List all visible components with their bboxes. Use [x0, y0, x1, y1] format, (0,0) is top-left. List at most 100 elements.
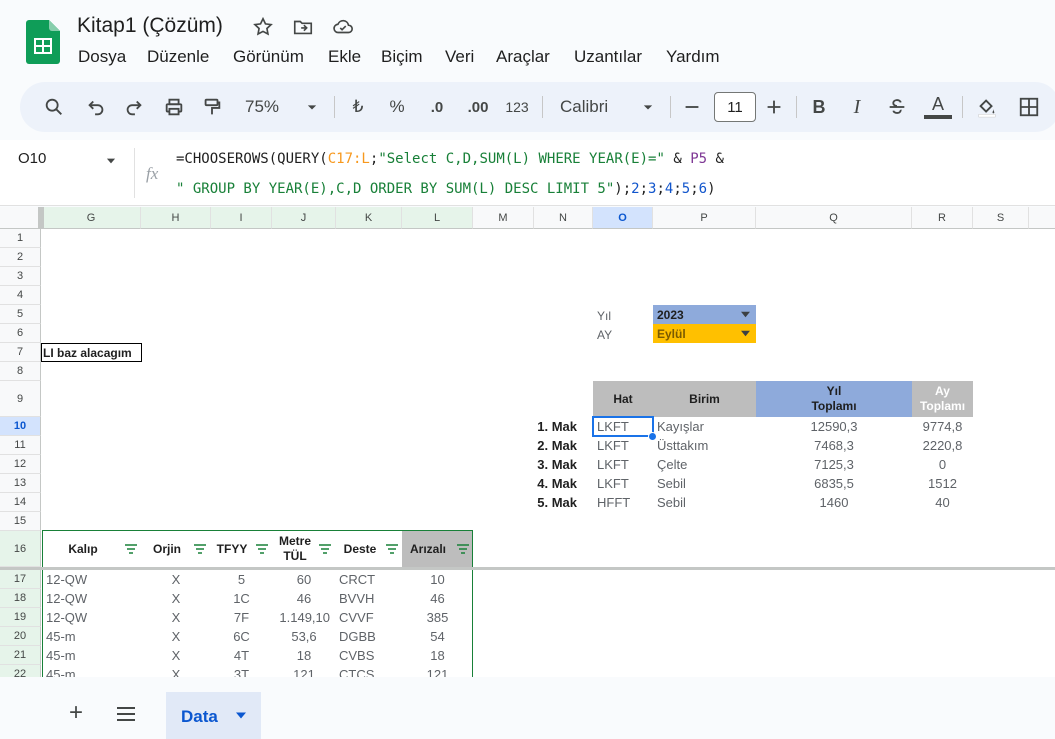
- column-header-j[interactable]: J: [272, 207, 336, 229]
- minus-icon[interactable]: [680, 92, 704, 122]
- row-header-12[interactable]: 12: [0, 455, 41, 474]
- borders-icon[interactable]: [1016, 92, 1042, 122]
- table-cell-metre[interactable]: 53,6: [272, 627, 336, 646]
- bold-button[interactable]: B: [806, 92, 832, 122]
- summary-hat[interactable]: HFFT: [597, 493, 630, 512]
- name-box[interactable]: O10: [18, 150, 46, 167]
- column-header-o[interactable]: O: [593, 207, 653, 229]
- all-sheets-menu-icon[interactable]: [115, 705, 137, 723]
- table-cell-metre[interactable]: 18: [272, 646, 336, 665]
- table-header-metre-tul[interactable]: Metre TÜL: [272, 531, 318, 567]
- filter-icon[interactable]: [319, 544, 331, 554]
- summary-year-total[interactable]: 7468,3: [756, 436, 912, 455]
- summary-month-total[interactable]: 40: [912, 493, 973, 512]
- table-cell-deste[interactable]: CVBS: [339, 646, 374, 665]
- frozen-columns-divider[interactable]: [41, 207, 44, 229]
- column-header-t[interactable]: [1029, 207, 1055, 229]
- table-header-orjin[interactable]: Orjin: [141, 531, 193, 567]
- italic-button[interactable]: I: [844, 92, 870, 122]
- table-header-arizali[interactable]: Arızalı: [402, 531, 454, 567]
- chevron-down-icon[interactable]: [104, 154, 118, 168]
- summary-hat[interactable]: LKFT: [597, 436, 629, 455]
- row-header-14[interactable]: 14: [0, 493, 41, 512]
- summary-birim[interactable]: Çelte: [657, 455, 687, 474]
- table-cell-arizali[interactable]: 385: [402, 608, 473, 627]
- decrease-decimal-button[interactable]: .0: [422, 92, 452, 122]
- table-cell-arizali[interactable]: 46: [402, 589, 473, 608]
- table-cell-orjin[interactable]: X: [141, 589, 211, 608]
- summary-month-total[interactable]: 9774,8: [912, 417, 973, 436]
- column-header-l[interactable]: L: [402, 207, 473, 229]
- row-header-1[interactable]: 1: [0, 229, 41, 248]
- menu-gorunum[interactable]: Görünüm: [233, 47, 304, 67]
- table-cell-kalip[interactable]: 45-m: [46, 665, 76, 677]
- currency-format-button[interactable]: ₺: [346, 92, 370, 122]
- column-header-i[interactable]: I: [211, 207, 272, 229]
- column-header-q[interactable]: Q: [756, 207, 912, 229]
- percent-format-button[interactable]: %: [384, 92, 410, 122]
- table-cell-kalip[interactable]: 12-QW: [46, 570, 87, 589]
- row-header-19[interactable]: 19: [0, 608, 41, 627]
- table-cell-tfyy[interactable]: 4T: [211, 646, 272, 665]
- select-all-corner[interactable]: [0, 207, 42, 229]
- table-cell-tfyy[interactable]: 5: [211, 570, 272, 589]
- paint-format-icon[interactable]: [198, 92, 226, 122]
- row-header-6[interactable]: 6: [0, 324, 41, 343]
- redo-icon[interactable]: [120, 92, 148, 122]
- table-cell-tfyy[interactable]: 7F: [211, 608, 272, 627]
- column-header-k[interactable]: K: [336, 207, 402, 229]
- table-cell-arizali[interactable]: 54: [402, 627, 473, 646]
- filter-icon[interactable]: [457, 544, 469, 554]
- table-cell-deste[interactable]: BVVH: [339, 589, 374, 608]
- chevron-down-icon[interactable]: [638, 92, 658, 122]
- summary-month-total[interactable]: 1512: [912, 474, 973, 493]
- table-cell-deste[interactable]: CTCS: [339, 665, 374, 677]
- summary-hat[interactable]: LKFT: [597, 474, 629, 493]
- search-icon[interactable]: [40, 92, 68, 122]
- table-cell-arizali[interactable]: 18: [402, 646, 473, 665]
- summary-birim[interactable]: Sebil: [657, 474, 686, 493]
- table-header-tfyy[interactable]: TFYY: [211, 531, 253, 567]
- undo-icon[interactable]: [82, 92, 110, 122]
- row-header-9[interactable]: 9: [0, 381, 41, 417]
- table-cell-metre[interactable]: 121: [272, 665, 336, 677]
- row-header-13[interactable]: 13: [0, 474, 41, 493]
- table-cell-arizali[interactable]: 121: [402, 665, 473, 677]
- table-cell-orjin[interactable]: X: [141, 570, 211, 589]
- menu-araclar[interactable]: Araçlar: [496, 47, 550, 67]
- row-header-5[interactable]: 5: [0, 305, 41, 324]
- row-header-7[interactable]: 7: [0, 343, 41, 362]
- fill-color-icon[interactable]: [972, 92, 1002, 122]
- increase-decimal-button[interactable]: .00: [462, 92, 494, 122]
- menu-veri[interactable]: Veri: [445, 47, 474, 67]
- column-header-h[interactable]: H: [141, 207, 211, 229]
- table-cell-metre[interactable]: 1.149,10: [272, 608, 330, 627]
- font-select[interactable]: Calibri: [560, 92, 630, 122]
- summary-month-total[interactable]: 0: [912, 455, 973, 474]
- table-cell-orjin[interactable]: X: [141, 646, 211, 665]
- row-header-8[interactable]: 8: [0, 362, 41, 381]
- document-title[interactable]: Kitap1 (Çözüm): [77, 14, 223, 38]
- row-header-17[interactable]: 17: [0, 570, 41, 589]
- row-header-4[interactable]: 4: [0, 286, 41, 305]
- table-header-deste[interactable]: Deste: [336, 531, 384, 567]
- summary-birim[interactable]: Kayışlar: [657, 417, 704, 436]
- menu-uzantilar[interactable]: Uzantılar: [574, 47, 642, 67]
- chevron-down-icon[interactable]: [236, 712, 246, 719]
- column-header-m[interactable]: M: [473, 207, 534, 229]
- row-header-15[interactable]: 15: [0, 512, 41, 531]
- row-header-2[interactable]: 2: [0, 248, 41, 267]
- sheet-tab-data[interactable]: Data: [166, 692, 261, 739]
- table-cell-tfyy[interactable]: 6C: [211, 627, 272, 646]
- table-cell-orjin[interactable]: X: [141, 608, 211, 627]
- column-header-n[interactable]: N: [534, 207, 593, 229]
- formula-line-1[interactable]: =CHOOSEROWS(QUERY(C17:L;"Select C,D,SUM(…: [176, 151, 724, 167]
- table-cell-deste[interactable]: CVVF: [339, 608, 374, 627]
- table-cell-orjin[interactable]: X: [141, 665, 211, 677]
- text-color-button[interactable]: A: [924, 92, 952, 122]
- row-header-11[interactable]: 11: [0, 436, 41, 455]
- row-header-16[interactable]: 16: [0, 531, 41, 567]
- month-dropdown[interactable]: Eylül: [653, 324, 756, 343]
- menu-duzenle[interactable]: Düzenle: [147, 47, 209, 67]
- menu-ekle[interactable]: Ekle: [328, 47, 361, 67]
